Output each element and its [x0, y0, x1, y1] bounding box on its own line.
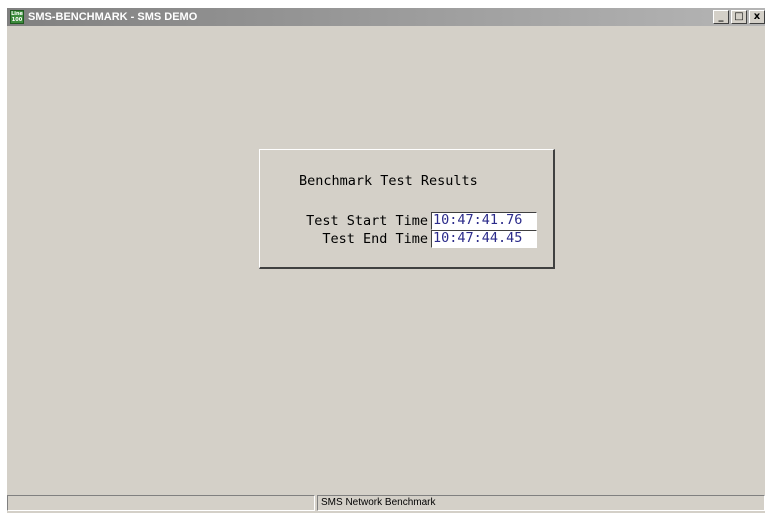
application-window: Line 100 SMS-BENCHMARK - SMS DEMO _ □ x …	[7, 8, 765, 513]
status-bar: SMS Network Benchmark	[7, 493, 765, 513]
app-icon-line2: 100	[11, 17, 23, 23]
end-time-label: Test End Time	[322, 231, 428, 247]
app-icon[interactable]: Line 100	[10, 10, 24, 24]
minimize-button[interactable]: _	[713, 10, 729, 24]
start-time-field[interactable]: 10:47:41.76	[431, 212, 537, 230]
close-button[interactable]: x	[749, 10, 765, 24]
window-title: SMS-BENCHMARK - SMS DEMO	[28, 11, 198, 23]
end-time-field[interactable]: 10:47:44.45	[431, 230, 537, 248]
results-title: Benchmark Test Results	[299, 173, 478, 189]
title-bar[interactable]: Line 100 SMS-BENCHMARK - SMS DEMO _ □ x	[7, 8, 765, 26]
start-time-label: Test Start Time	[306, 213, 428, 229]
status-pane-message: SMS Network Benchmark	[317, 495, 765, 511]
maximize-button[interactable]: □	[731, 10, 747, 24]
benchmark-results-panel: Benchmark Test Results Test Start Time 1…	[259, 149, 555, 269]
window-controls: _ □ x	[713, 10, 765, 24]
status-pane-left	[7, 495, 315, 511]
